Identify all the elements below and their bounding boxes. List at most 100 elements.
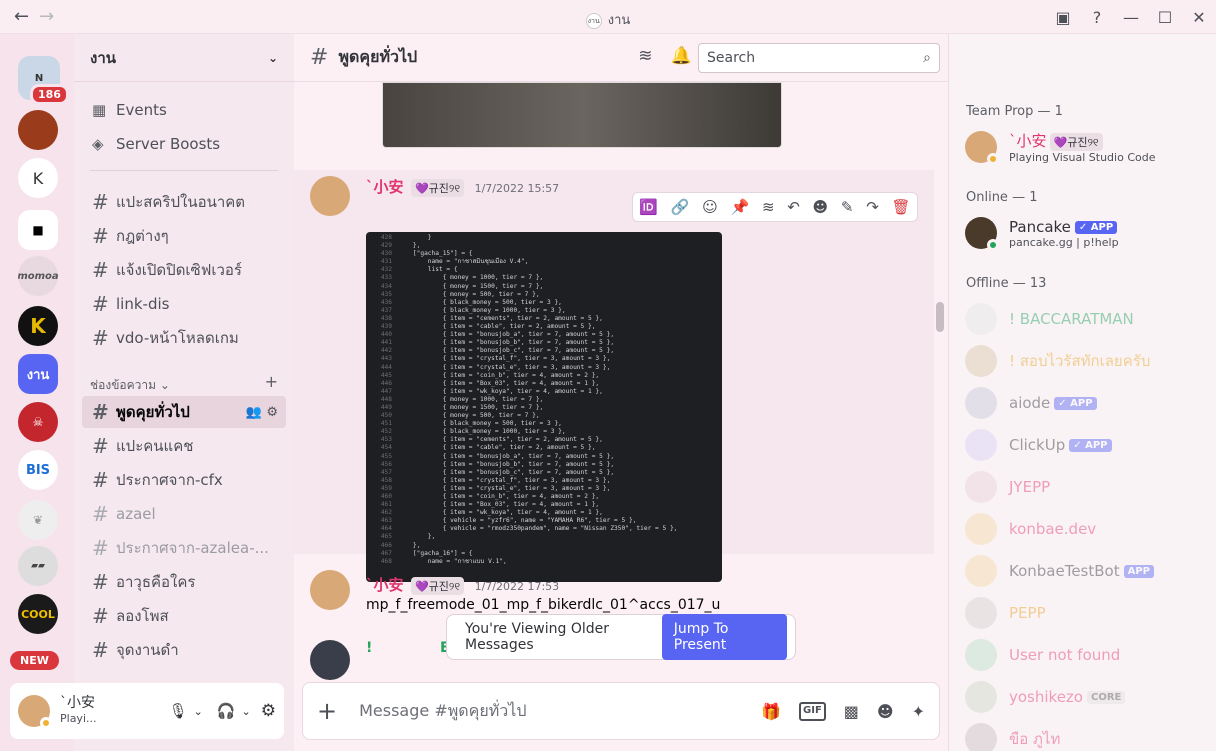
server-boosts-item[interactable]: ◈ Server Boosts xyxy=(82,128,286,160)
member-item[interactable]: KonbaeTestBot APP xyxy=(965,550,1205,592)
gift-icon[interactable]: 🎁 xyxy=(761,702,781,721)
scrollbar[interactable] xyxy=(936,302,944,332)
avatar[interactable] xyxy=(310,640,350,680)
forward-icon[interactable]: ↷ xyxy=(866,198,879,216)
code-line: 463 { vehicle = "yzfr6", name = "YAMAHA … xyxy=(366,517,722,525)
avatar xyxy=(965,471,997,503)
pin-icon[interactable]: 📌 xyxy=(731,198,750,216)
jump-to-present-button[interactable]: Jump To Present xyxy=(661,614,787,660)
server-icon-momo[interactable]: momoa xyxy=(18,256,58,296)
avatar[interactable] xyxy=(310,570,350,610)
code-text: name = "กาชาแบบ V.1", xyxy=(398,557,507,565)
code-text: { vehicle = "yzfr6", name = "YAMAHA R6",… xyxy=(398,517,637,525)
member-item[interactable]: Pancake ✓ APP pancake.gg | p!help xyxy=(965,212,1205,254)
avatar[interactable] xyxy=(310,176,350,216)
chevron-down-icon[interactable]: ⌄ xyxy=(242,705,251,718)
headphones-icon[interactable]: 🎧 xyxy=(217,702,236,720)
search-icon: ⌕ xyxy=(923,50,931,66)
search-input[interactable]: Search ⌕ xyxy=(698,43,940,73)
user-settings-icon[interactable]: ⚙ xyxy=(261,701,276,721)
channel-item[interactable]: # vdo-หน้าโหลดเกม xyxy=(82,322,286,354)
server-list: N 186 K ■ momoa K งาน ☠ BIS ❦ ▰▰ COOL NE… xyxy=(0,34,74,751)
server-icon-bis[interactable]: BIS xyxy=(18,450,58,490)
edit-icon[interactable]: ✎ xyxy=(841,198,854,216)
author-name[interactable]: `小安 xyxy=(366,178,404,196)
category-header[interactable]: ช่องข้อความ ⌄ + xyxy=(90,374,278,395)
author-name[interactable]: ! xyxy=(366,640,372,656)
chevron-down-icon[interactable]: ⌄ xyxy=(194,705,203,718)
member-item[interactable]: konbae.dev xyxy=(965,508,1205,550)
member-item[interactable]: aiode ✓ APP xyxy=(965,382,1205,424)
channel-item[interactable]: # ลองโพส xyxy=(82,600,286,632)
member-item[interactable]: `小安 💜규진୨୧ Playing Visual Studio Code xyxy=(965,126,1205,168)
server-tag[interactable]: 💜규진୨୧ xyxy=(410,577,465,595)
channel-item[interactable]: # แจ้งเปิดปิดเซิฟเวอร์ xyxy=(82,254,286,286)
thread-icon[interactable]: ≋ xyxy=(762,198,775,216)
line-number: 457 xyxy=(380,468,392,476)
code-line: 451 { black_money = 500, tier = 3 }, xyxy=(366,420,722,428)
microphone-icon[interactable]: 🎙 xyxy=(169,702,188,720)
apps-icon[interactable]: ✦ xyxy=(912,702,925,721)
server-icon-statue[interactable] xyxy=(18,110,58,150)
server-icon-cool[interactable]: COOL xyxy=(18,594,58,634)
gif-icon[interactable]: GIF xyxy=(799,701,826,721)
channel-item[interactable]: # azael xyxy=(82,498,286,530)
channel-item-active[interactable]: # พูดคุยทั่วไป 👥 ⚙ xyxy=(82,396,286,428)
emoji-icon[interactable]: ☻ xyxy=(877,702,894,721)
close-icon[interactable]: ✕ xyxy=(1182,0,1216,34)
server-icon-k[interactable]: K xyxy=(18,158,58,198)
server-tag[interactable]: 💜규진୨୧ xyxy=(410,179,465,197)
inbox-icon[interactable]: ▣ xyxy=(1046,0,1080,34)
role-header: Team Prop — 1 xyxy=(966,104,1063,119)
channel-item[interactable]: # อาวุธคือใคร xyxy=(82,566,286,598)
channel-item[interactable]: # link-dis xyxy=(82,288,286,320)
code-text: { black_money = 500, tier = 3 }, xyxy=(398,420,562,428)
member-item[interactable]: PEPP xyxy=(965,592,1205,634)
channel-item[interactable]: # จุดงานดำ xyxy=(82,634,286,666)
folder-icon[interactable]: ■ xyxy=(18,210,58,250)
message-composer[interactable]: + Message #พูดคุยทั่วไป 🎁 GIF ▩ ☻ ✦ xyxy=(302,682,940,740)
copy-id-icon[interactable]: 🆔 xyxy=(639,198,658,216)
avatar[interactable] xyxy=(18,695,52,729)
link-icon[interactable]: 🔗 xyxy=(671,198,690,216)
server-icon-cars[interactable]: ▰▰ xyxy=(18,546,58,586)
reply-icon[interactable]: ↶ xyxy=(787,198,800,216)
member-item[interactable]: JYEPP xyxy=(965,466,1205,508)
add-channel-icon[interactable]: + xyxy=(265,374,278,395)
server-icon-k-gold[interactable]: K xyxy=(18,306,58,346)
events-item[interactable]: ▦ Events xyxy=(82,94,286,126)
code-screenshot[interactable]: 428 } 429 }, 430 ["gacha_15"] = {431 name … xyxy=(366,232,722,582)
member-item[interactable]: ! สอบไวรัสทักเลยครับ xyxy=(965,340,1205,382)
server-header[interactable]: งาน ⌄ xyxy=(74,34,294,82)
code-text: { item = "cable", tier = 2, amount = 5 }… xyxy=(398,323,596,331)
channel-item[interactable]: # ประกาศจาก-cfx xyxy=(82,464,286,496)
channel-item[interactable]: # กฎต่างๆ xyxy=(82,220,286,252)
member-item[interactable]: ClickUp ✓ APP xyxy=(965,424,1205,466)
minimize-icon[interactable]: — xyxy=(1114,0,1148,34)
channel-item[interactable]: # แปะสคริปในอนาคต xyxy=(82,186,286,218)
delete-icon[interactable]: 🗑 xyxy=(891,198,910,216)
code-text: { item = "wk_koya", tier = 4, amount = 1… xyxy=(398,509,603,517)
message-input[interactable]: Message #พูดคุยทั่วไป xyxy=(359,699,526,724)
channel-settings-icon[interactable]: 👥 ⚙ xyxy=(246,405,278,420)
member-item[interactable]: ! BACCARATMAN xyxy=(965,298,1205,340)
member-item[interactable]: User not found xyxy=(965,634,1205,676)
server-icon-active[interactable]: งาน xyxy=(18,354,58,394)
attachment-image[interactable] xyxy=(382,82,782,148)
server-icon-ghost[interactable]: ☠ xyxy=(18,402,58,442)
member-item[interactable]: ขือ ภูไท xyxy=(965,718,1205,751)
server-icon-feather[interactable]: ❦ xyxy=(18,500,58,540)
channel-item[interactable]: # แปะคนแคช xyxy=(82,430,286,462)
author-name[interactable]: `小安 xyxy=(366,576,404,594)
notification-bell-icon[interactable]: 🔔 xyxy=(670,46,691,66)
channel-item[interactable]: # ประกาศจาก-azalea-... xyxy=(82,532,286,564)
attach-plus-icon[interactable]: + xyxy=(317,697,337,725)
add-reaction-icon[interactable]: ☺ xyxy=(702,198,718,216)
member-item[interactable]: yoshikezo CORE xyxy=(965,676,1205,718)
emoji-icon[interactable]: ☻ xyxy=(813,198,829,216)
maximize-icon[interactable]: ☐ xyxy=(1148,0,1182,34)
new-badge[interactable]: NEW xyxy=(10,651,59,670)
threads-icon[interactable]: ≋ xyxy=(638,46,652,66)
sticker-icon[interactable]: ▩ xyxy=(844,702,859,721)
help-icon[interactable]: ? xyxy=(1080,0,1114,34)
